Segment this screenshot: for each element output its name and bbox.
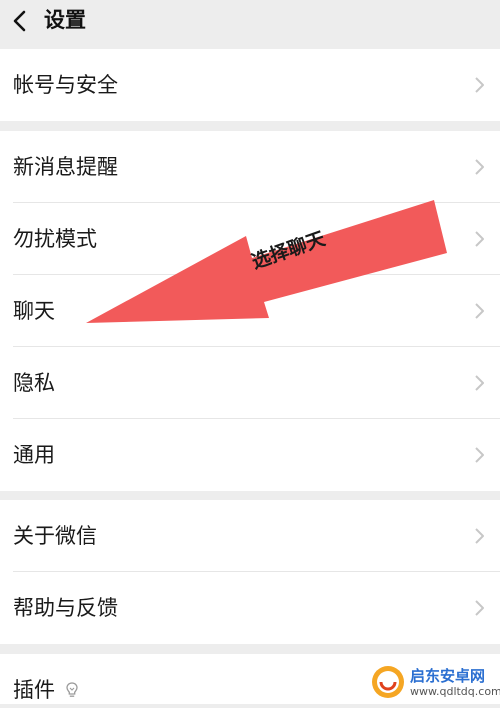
settings-item-help-feedback[interactable]: 帮助与反馈 [0,572,500,644]
settings-group-main: 新消息提醒 勿扰模式 聊天 隐私 通用 [0,131,500,491]
chevron-right-icon [475,600,484,616]
settings-item-privacy[interactable]: 隐私 [0,347,500,419]
settings-group-about: 关于微信 帮助与反馈 [0,500,500,644]
settings-item-label: 帐号与安全 [13,73,118,97]
settings-item-general[interactable]: 通用 [0,419,500,491]
watermark: 启东安卓网 www.qdltdq.com [370,662,500,704]
settings-item-chat[interactable]: 聊天 [0,275,500,347]
settings-item-label: 勿扰模式 [13,227,97,251]
page-title: 设置 [44,8,86,32]
chevron-right-icon [475,303,484,319]
settings-item-label: 插件 [13,678,55,702]
settings-group-account: 帐号与安全 [0,49,500,121]
settings-item-about-wechat[interactable]: 关于微信 [0,500,500,572]
settings-item-account-security[interactable]: 帐号与安全 [0,49,500,121]
settings-item-label: 隐私 [13,371,55,395]
lightbulb-icon [66,682,78,697]
chevron-right-icon [475,159,484,175]
settings-item-label: 帮助与反馈 [13,596,118,620]
settings-item-new-message-notify[interactable]: 新消息提醒 [0,131,500,203]
chevron-right-icon [475,375,484,391]
back-button[interactable] [4,4,40,40]
chevron-right-icon [475,447,484,463]
top-bar: 设置 [0,0,500,48]
settings-item-label: 通用 [13,443,55,467]
settings-item-label: 新消息提醒 [13,155,118,179]
watermark-name: 启东安卓网 [410,667,486,685]
chevron-right-icon [475,77,484,93]
settings-item-label: 关于微信 [13,524,97,548]
chevron-right-icon [475,528,484,544]
settings-item-label: 聊天 [13,299,55,323]
settings-item-do-not-disturb[interactable]: 勿扰模式 [0,203,500,275]
chevron-right-icon [475,231,484,247]
watermark-url: www.qdltdq.com [410,685,500,698]
watermark-logo-icon [372,666,404,698]
chevron-left-icon [13,10,26,32]
